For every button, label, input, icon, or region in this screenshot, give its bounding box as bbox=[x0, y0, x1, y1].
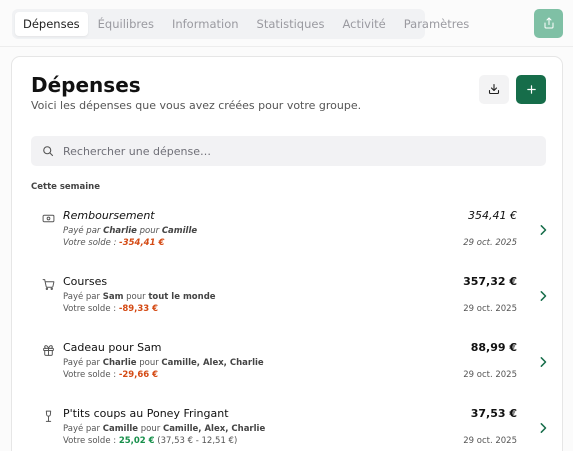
expense-date: 29 oct. 2025 bbox=[463, 436, 517, 446]
chevron-right-icon bbox=[538, 291, 548, 301]
expense-amount: 357,32 € bbox=[463, 275, 517, 288]
expense-amount: 37,53 € bbox=[470, 407, 517, 420]
expenses-card: Dépenses Voici les dépenses que vous ave… bbox=[11, 56, 563, 451]
expense-title: Cadeau pour Sam bbox=[63, 341, 162, 354]
search-bar bbox=[31, 136, 546, 166]
tab-equilibres[interactable]: Équilibres bbox=[90, 12, 162, 36]
expense-row[interactable]: P'tits coups au Poney Fringant Payé par … bbox=[31, 407, 547, 451]
export-button[interactable] bbox=[479, 75, 509, 104]
expense-row[interactable]: Remboursement Payé par Charlie pour Cami… bbox=[31, 209, 547, 261]
expense-date: 29 oct. 2025 bbox=[463, 370, 517, 380]
chevron-right-icon bbox=[538, 225, 548, 235]
expense-paid-by: Payé par Sam pour tout le monde bbox=[63, 292, 216, 302]
share-icon bbox=[543, 14, 555, 33]
tab-information[interactable]: Information bbox=[164, 12, 247, 36]
expense-amount: 354,41 € bbox=[468, 209, 517, 222]
section-label: Cette semaine bbox=[31, 182, 101, 192]
share-button[interactable] bbox=[534, 9, 563, 38]
tab-depenses[interactable]: Dépenses bbox=[15, 12, 88, 36]
expense-title: P'tits coups au Poney Fringant bbox=[63, 407, 229, 420]
expense-paid-by: Payé par Camille pour Camille, Alex, Cha… bbox=[63, 424, 266, 434]
expense-title: Courses bbox=[63, 275, 108, 288]
expense-date: 29 oct. 2025 bbox=[463, 304, 517, 314]
expense-balance: Votre solde : -89,33 € bbox=[63, 304, 159, 314]
expense-date: 29 oct. 2025 bbox=[463, 238, 517, 248]
expense-balance: Votre solde : -354,41 € bbox=[63, 238, 165, 248]
expense-row[interactable]: Cadeau pour Sam Payé par Charlie pour Ca… bbox=[31, 341, 547, 393]
page-subtitle: Voici les dépenses que vous avez créées … bbox=[31, 99, 362, 112]
tab-bar: Dépenses Équilibres Information Statisti… bbox=[12, 9, 469, 39]
tab-parametres[interactable]: Paramètres bbox=[396, 12, 478, 36]
expense-amount: 88,99 € bbox=[470, 341, 517, 354]
expense-title: Remboursement bbox=[63, 209, 155, 222]
tab-activite[interactable]: Activité bbox=[334, 12, 393, 36]
search-input[interactable] bbox=[63, 144, 503, 158]
shopping-cart-icon bbox=[41, 277, 55, 291]
header-divider bbox=[0, 46, 573, 47]
page-title: Dépenses bbox=[31, 73, 141, 97]
tab-statistiques[interactable]: Statistiques bbox=[249, 12, 333, 36]
download-icon bbox=[488, 80, 500, 99]
expense-row[interactable]: Courses Payé par Sam pour tout le monde … bbox=[31, 275, 547, 327]
chevron-right-icon bbox=[538, 423, 548, 433]
banknote-icon bbox=[41, 211, 55, 225]
expense-paid-by: Payé par Charlie pour Camille, Alex, Cha… bbox=[63, 358, 264, 368]
wine-glass-icon bbox=[41, 409, 55, 423]
search-icon bbox=[42, 142, 54, 161]
chevron-right-icon bbox=[538, 357, 548, 367]
add-expense-button[interactable] bbox=[516, 75, 546, 104]
expense-balance: Votre solde : -29,66 € bbox=[63, 370, 159, 380]
expense-paid-by: Payé par Charlie pour Camille bbox=[63, 226, 198, 236]
plus-icon bbox=[526, 80, 537, 99]
gift-icon bbox=[41, 343, 55, 357]
expense-balance: Votre solde : 25,02 € (37,53 € - 12,51 €… bbox=[63, 436, 238, 446]
